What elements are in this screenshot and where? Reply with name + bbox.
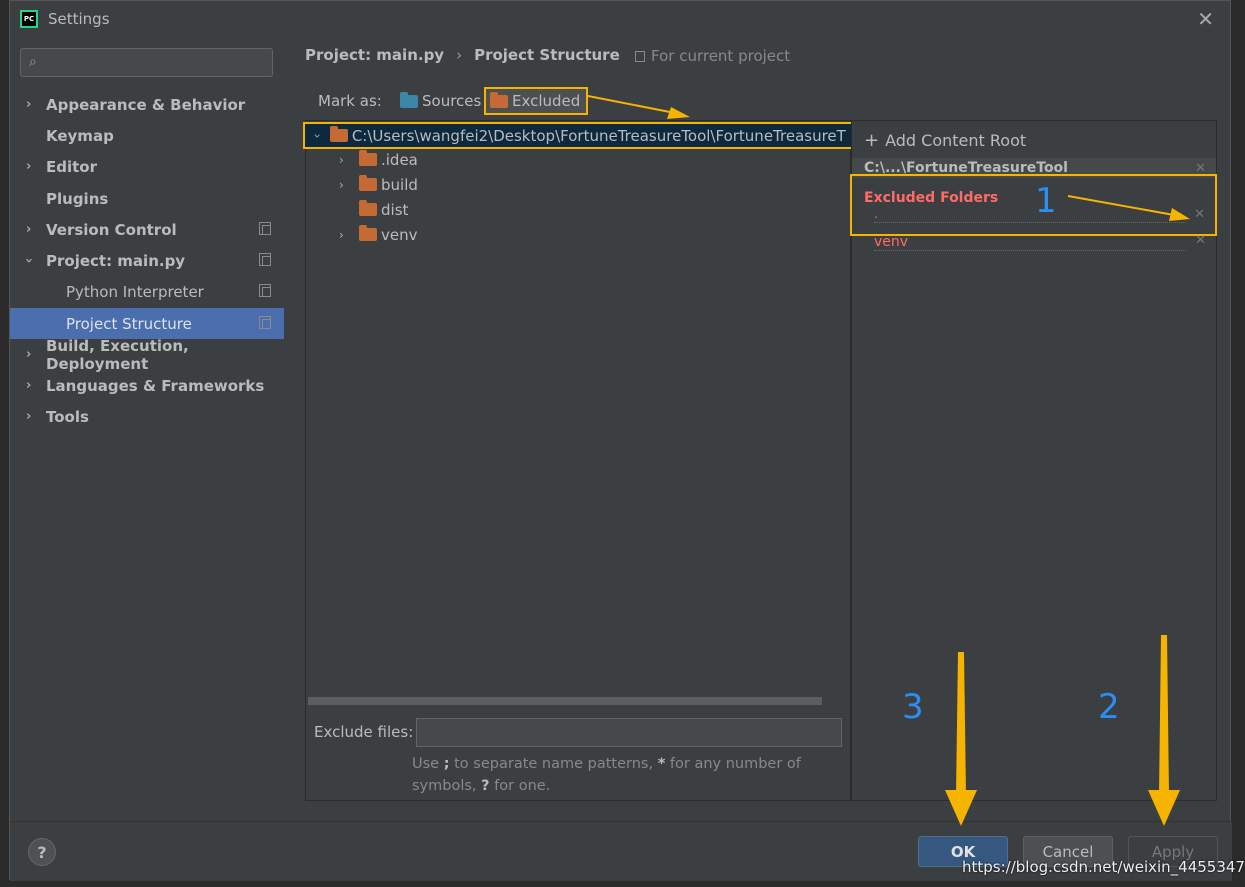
excluded-folder-item: venv: [874, 234, 1186, 251]
breadcrumb: Project: main.py › Project Structure: [305, 46, 620, 64]
sidebar-item-label: Project: main.py: [46, 251, 186, 270]
sidebar-item-label: Project Structure: [66, 314, 192, 333]
excluded-folders-title: Excluded Folders: [864, 190, 999, 206]
sidebar-item-build[interactable]: › Build, Execution, Deployment: [10, 336, 284, 373]
chevron-right-icon: ›: [26, 159, 32, 174]
project-tree: › C:\Users\wangfei2\Desktop\FortuneTreas…: [303, 120, 855, 801]
sidebar-item-languages[interactable]: › Languages & Frameworks: [10, 370, 284, 401]
folder-icon: [359, 150, 377, 166]
search-input[interactable]: [49, 52, 264, 73]
tree-root-row[interactable]: › C:\Users\wangfei2\Desktop\FortuneTreas…: [303, 122, 855, 149]
mark-sources-button[interactable]: Sources: [396, 87, 487, 115]
chevron-down-icon[interactable]: ›: [310, 133, 324, 138]
folder-icon: [359, 225, 377, 241]
remove-excluded-icon[interactable]: ✕: [1194, 207, 1205, 222]
remove-excluded-icon[interactable]: ✕: [1195, 233, 1206, 248]
sidebar-item-editor[interactable]: › Editor: [10, 151, 284, 182]
chevron-right-icon: ›: [26, 347, 32, 362]
plus-icon: +: [864, 130, 880, 151]
sidebar-item-label: Python Interpreter: [66, 282, 204, 301]
chevron-right-icon: ›: [26, 378, 32, 393]
help-button[interactable]: ?: [28, 838, 56, 866]
scope-label: For current project: [635, 47, 790, 65]
sidebar-item-plugins[interactable]: Plugins: [10, 183, 284, 214]
chevron-right-icon: ›: [26, 222, 32, 237]
chevron-right-icon[interactable]: ›: [339, 228, 344, 242]
annotation-number-2: 2: [1098, 687, 1120, 727]
breadcrumb-parent[interactable]: Project: main.py: [305, 46, 444, 64]
exclude-files-input[interactable]: [416, 718, 842, 747]
window-title: Settings: [48, 10, 110, 28]
excluded-folder-item: .: [874, 207, 1186, 223]
close-icon[interactable]: ✕: [1197, 7, 1214, 31]
folder-icon: [359, 175, 377, 191]
sidebar-item-label: Plugins: [46, 189, 109, 208]
settings-search[interactable]: ⌕: [20, 48, 273, 77]
tree-row-label: venv: [381, 225, 418, 244]
sidebar-item-project[interactable]: › Project: main.py: [10, 245, 284, 276]
sidebar-item-label: Languages & Frameworks: [46, 376, 265, 395]
project-scope-icon: [259, 253, 271, 266]
ide-background: [0, 0, 9, 887]
project-scope-icon: [259, 222, 271, 235]
scope-text: For current project: [651, 47, 791, 65]
folder-icon: [329, 126, 348, 142]
sidebar-item-label: Tools: [46, 407, 89, 426]
excluded-folder-icon: [490, 91, 508, 108]
add-content-root-button[interactable]: + Add Content Root: [864, 130, 1026, 151]
pycharm-logo-icon: PC: [20, 10, 38, 28]
settings-sidebar: ⌕ › Appearance & Behavior Keymap › Edito…: [10, 37, 284, 821]
sidebar-item-appearance[interactable]: › Appearance & Behavior: [10, 89, 284, 120]
project-scope-icon: [259, 316, 271, 329]
chevron-right-icon[interactable]: ›: [339, 178, 344, 192]
tree-root-path: C:\Users\wangfei2\Desktop\FortuneTreasur…: [351, 126, 846, 145]
search-icon: ⌕: [29, 54, 37, 70]
excluded-folder-name: venv: [874, 234, 909, 250]
sources-folder-icon: [400, 91, 418, 108]
annotation-number-3: 3: [902, 687, 924, 727]
title-bar: PC Settings ✕: [10, 1, 1230, 37]
tree-row-idea[interactable]: › .idea: [339, 147, 418, 172]
sidebar-item-label: Editor: [46, 157, 97, 176]
sidebar-item-project-structure[interactable]: Project Structure: [10, 308, 284, 339]
add-content-root-label: Add Content Root: [885, 131, 1027, 150]
ide-background-right: [1231, 0, 1245, 887]
sidebar-item-label: Keymap: [46, 126, 114, 145]
watermark: https://blog.csdn.net/weixin_44553473: [962, 858, 1245, 876]
excluded-folders-section: Excluded Folders . ✕: [850, 174, 1217, 236]
mark-as-label: Mark as:: [318, 92, 382, 110]
sidebar-item-tools[interactable]: › Tools: [10, 401, 284, 432]
exclude-files-hint: Use ; to separate name patterns, * for a…: [412, 756, 801, 794]
sidebar-item-version-control[interactable]: › Version Control: [10, 214, 284, 245]
horizontal-scrollbar[interactable]: [308, 697, 822, 705]
project-scope-icon: [635, 50, 645, 62]
chevron-right-icon: ›: [26, 409, 32, 424]
tree-row-dist[interactable]: dist: [339, 197, 408, 222]
exclude-files-label: Exclude files:: [314, 723, 414, 741]
annotation-number-1: 1: [1035, 181, 1057, 221]
sidebar-item-keymap[interactable]: Keymap: [10, 120, 284, 151]
sidebar-item-python-interpreter[interactable]: Python Interpreter: [10, 276, 284, 307]
tree-row-build[interactable]: › build: [339, 172, 418, 197]
chevron-right-icon[interactable]: ›: [339, 153, 344, 167]
mark-sources-label: Sources: [422, 92, 482, 110]
chevron-right-icon: ›: [26, 97, 32, 112]
excluded-folder-name: .: [874, 207, 878, 221]
settings-dialog: PC Settings ✕ ⌕ › Appearance & Behavior …: [9, 0, 1232, 881]
mark-excluded-label: Excluded: [512, 92, 581, 110]
breadcrumb-current: Project Structure: [474, 46, 620, 64]
folder-icon: [359, 200, 377, 216]
tree-row-label: dist: [381, 200, 409, 219]
tree-row-label: .idea: [381, 150, 418, 169]
sidebar-item-label: Version Control: [46, 220, 177, 239]
tree-row-venv[interactable]: › venv: [339, 222, 418, 247]
project-scope-icon: [259, 284, 271, 297]
breadcrumb-separator: ›: [456, 46, 463, 64]
sidebar-item-label: Appearance & Behavior: [46, 95, 246, 114]
mark-excluded-button[interactable]: Excluded: [484, 87, 589, 115]
sidebar-item-label: Build, Execution, Deployment: [46, 336, 189, 373]
tree-row-label: build: [381, 175, 418, 194]
chevron-down-icon: ›: [21, 257, 37, 264]
